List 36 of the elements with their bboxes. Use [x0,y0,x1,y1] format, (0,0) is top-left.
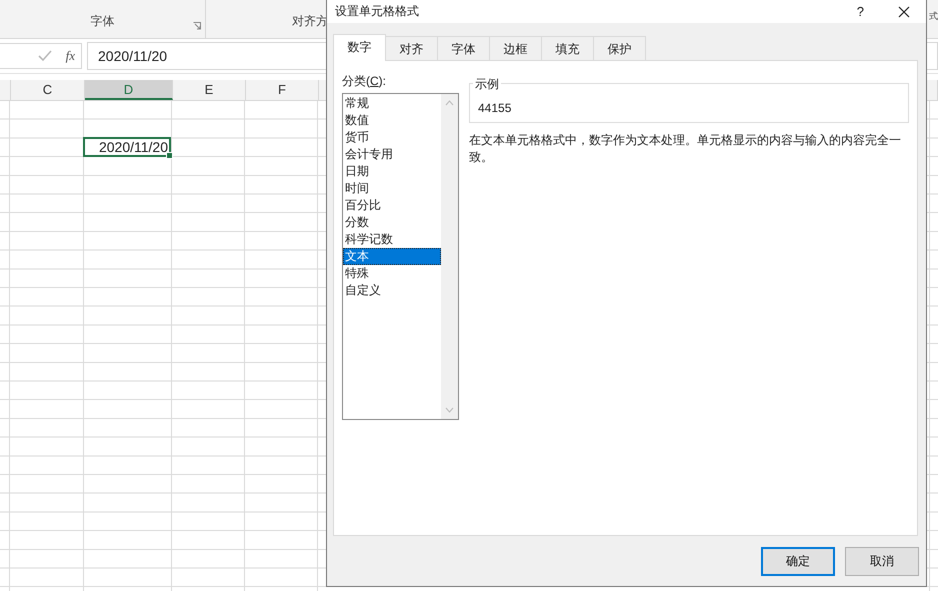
dialog-button[interactable]: 取消 [845,547,919,576]
scrollbar[interactable] [441,94,458,419]
category-label: 分类(C): [342,73,388,90]
list-item[interactable]: 货币 [343,129,441,146]
dialog-button[interactable]: 确定 [761,547,835,576]
dialog-launcher-icon[interactable] [193,22,201,30]
dialog-title: 设置单元格格式 [335,3,420,20]
list-item[interactable]: 常规 [343,95,441,112]
tab[interactable]: 数字 [333,34,386,61]
insert-function-button[interactable]: fx [66,48,75,64]
column-header[interactable]: D [85,80,173,100]
list-item[interactable]: 会计专用 [343,146,441,163]
scroll-down-icon[interactable] [445,407,454,413]
list-item[interactable]: 文本 [343,248,441,265]
list-item[interactable]: 时间 [343,180,441,197]
list-item[interactable]: 特殊 [343,265,441,282]
fill-handle[interactable] [166,152,173,160]
scroll-up-icon[interactable] [445,100,454,106]
list-item[interactable]: 分数 [343,214,441,231]
list-item[interactable]: 科学记数 [343,231,441,248]
tab[interactable]: 保护 [593,36,646,60]
description-text: 在文本单元格格式中，数字作为文本处理。单元格显示的内容与输入的内容完全一致。 [469,132,902,166]
group-label: 式 [929,10,938,22]
close-icon[interactable] [898,6,910,18]
check-icon[interactable] [38,50,52,62]
list-item[interactable]: 日期 [343,163,441,180]
sample-legend: 示例 [473,76,501,93]
help-button[interactable]: ? [856,4,864,19]
active-cell[interactable]: 2020/11/20 [83,137,171,158]
list-item[interactable]: 数值 [343,112,441,129]
list-item[interactable]: 百分比 [343,197,441,214]
sample-value: 44155 [478,101,512,115]
list-item[interactable]: 自定义 [343,282,441,299]
group-label: 字体 [90,12,114,30]
column-header[interactable]: E [173,80,246,100]
column-header[interactable]: F [246,80,319,100]
